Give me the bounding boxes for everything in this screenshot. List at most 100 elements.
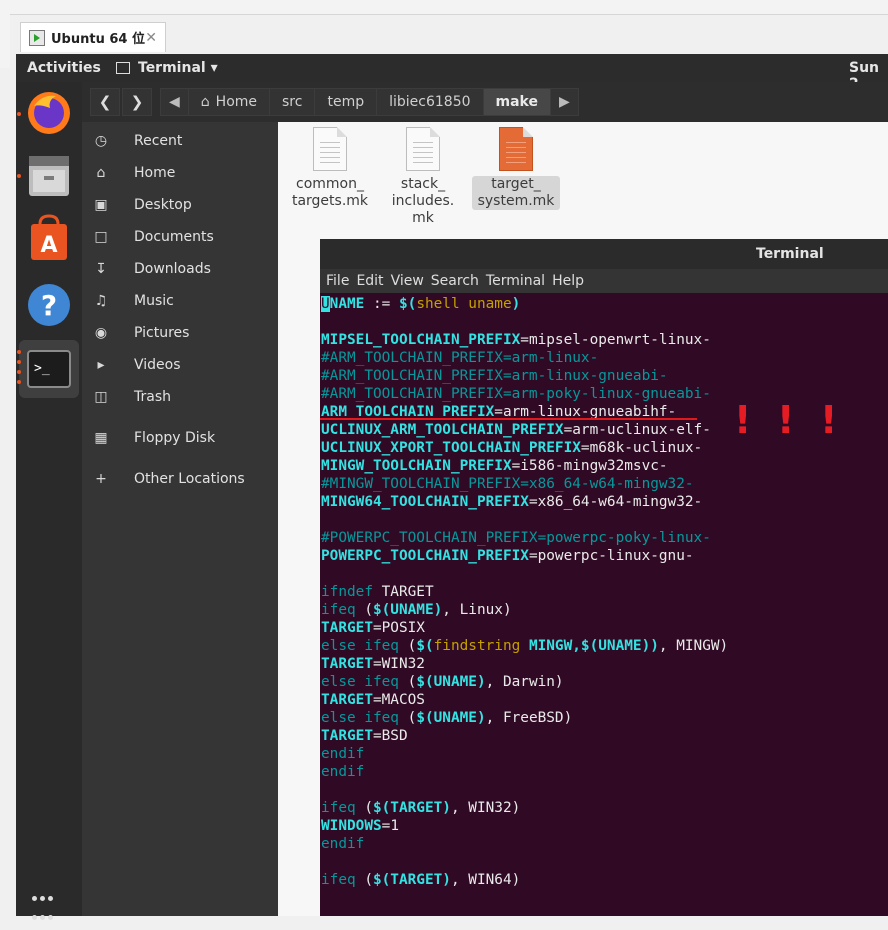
code-token: MINGW,$(UNAME)) xyxy=(520,638,659,654)
code-token: MINGW64_TOOLCHAIN_PREFIX xyxy=(321,494,529,510)
breadcrumb-temp[interactable]: temp xyxy=(315,89,378,115)
code-token: MINGW_TOOLCHAIN_PREFIX xyxy=(321,458,512,474)
show-apps-icon[interactable] xyxy=(32,892,68,930)
code-token: #ARM_TOOLCHAIN_PREFIX=arm-linux- xyxy=(321,350,599,366)
sidebar-item-desktop[interactable]: ▣ Desktop xyxy=(82,191,278,219)
app-menu-button[interactable]: Terminal ▾ xyxy=(116,60,218,76)
vm-tab-title: Ubuntu 64 位 xyxy=(51,32,145,47)
file-item[interactable]: stack_ includes. mk xyxy=(379,127,467,227)
terminal-line: TARGET=WIN32 xyxy=(321,655,425,673)
terminal-line: WINDOWS=1 xyxy=(321,817,399,835)
code-token: ( xyxy=(355,602,373,618)
sidebar-item-downloads[interactable]: ↧ Downloads xyxy=(82,255,278,283)
sidebar-item-trash[interactable]: ◫ Trash xyxy=(82,383,278,411)
exclamation-mark: ! xyxy=(777,398,795,442)
code-token: := xyxy=(364,296,399,312)
sidebar-item-music[interactable]: ♫ Music xyxy=(82,287,278,315)
terminal-line: UCLINUX_XPORT_TOOLCHAIN_PREFIX=m68k-ucli… xyxy=(321,439,702,457)
code-token: ( xyxy=(355,872,373,888)
code-token: =MACOS xyxy=(372,692,425,708)
sidebar-item-documents[interactable]: □ Documents xyxy=(82,223,278,251)
code-token: ( xyxy=(398,710,417,726)
menu-view[interactable]: View xyxy=(391,273,424,289)
folder-icon: ▣ xyxy=(94,197,108,213)
svg-text:>_: >_ xyxy=(34,361,50,376)
sidebar-item-other-locations[interactable]: + Other Locations xyxy=(82,465,278,493)
sidebar-item-home[interactable]: ⌂ Home xyxy=(82,159,278,187)
file-name: target_ system.mk xyxy=(472,176,560,210)
breadcrumb-libiec61850[interactable]: libiec61850 xyxy=(377,89,484,115)
red-underline-annotation xyxy=(320,418,697,420)
terminal-title-bar[interactable]: Terminal xyxy=(320,239,888,269)
terminal-line: #ARM_TOOLCHAIN_PREFIX=arm-poky-linux-gnu… xyxy=(321,385,711,403)
text-file-icon xyxy=(406,127,440,171)
code-token: else ifeq xyxy=(321,674,399,690)
breadcrumb-make[interactable]: make xyxy=(483,89,551,115)
sidebar-item-recent[interactable]: ◷ Recent xyxy=(82,127,278,155)
code-token: , Darwin) xyxy=(485,674,564,690)
sidebar-item-floppy-disk[interactable]: ▦ Floppy Disk xyxy=(82,424,278,452)
code-token: TARGET xyxy=(321,656,373,672)
code-token: , WIN64) xyxy=(450,872,521,888)
activities-button[interactable]: Activities xyxy=(27,60,101,76)
exclamation-mark: ! xyxy=(734,398,752,442)
vm-tab[interactable]: Ubuntu 64 位 ✕ xyxy=(20,22,166,52)
terminal-line: endif xyxy=(321,835,364,853)
code-token: MIPSEL_TOOLCHAIN_PREFIX xyxy=(321,332,521,348)
code-token: #MINGW_TOOLCHAIN_PREFIX=x86_64-w64-mingw… xyxy=(321,476,694,492)
gnome-top-bar: Activities Terminal ▾ Sun 2 xyxy=(16,54,888,92)
terminal-line: TARGET=BSD xyxy=(321,727,408,745)
clock-icon: ◷ xyxy=(94,133,108,149)
terminal-line: else ifeq ($(findstring MINGW,$(UNAME)),… xyxy=(321,637,728,655)
terminal-line: ifndef TARGET xyxy=(321,583,434,601)
software-center-icon[interactable]: A xyxy=(22,212,76,266)
code-token: , Linux) xyxy=(442,602,512,618)
terminal-window[interactable]: Terminal File Edit View Search Terminal … xyxy=(320,239,888,916)
code-token: TARGET xyxy=(321,728,373,744)
terminal-line: ifeq ($(UNAME), Linux) xyxy=(321,601,512,619)
running-indicator xyxy=(17,360,21,364)
svg-text:A: A xyxy=(40,233,57,258)
terminal-line: MINGW_TOOLCHAIN_PREFIX=i586-mingw32msvc- xyxy=(321,457,668,475)
code-token: =WIN32 xyxy=(372,656,425,672)
code-token: #POWERPC_TOOLCHAIN_PREFIX=powerpc-poky-l… xyxy=(321,530,711,546)
terminal-line: TARGET=MACOS xyxy=(321,691,425,709)
code-token: ( xyxy=(398,638,417,654)
file-name: common_ targets.mk xyxy=(291,176,369,209)
forward-button[interactable]: ❯ xyxy=(122,88,152,116)
file-item-selected[interactable]: target_ system.mk xyxy=(472,127,560,210)
terminal-content[interactable]: UNAME := $(shell uname) MIPSEL_TOOLCHAIN_… xyxy=(320,293,888,916)
back-button[interactable]: ❮ xyxy=(90,88,120,116)
code-token: =i586-mingw32msvc- xyxy=(511,458,668,474)
breadcrumb-scroll-right[interactable]: ▶ xyxy=(551,89,578,115)
terminal-app-icon[interactable]: >_ xyxy=(19,340,79,398)
camera-icon: ◉ xyxy=(94,325,108,341)
files-icon[interactable] xyxy=(22,148,76,202)
terminal-line: MINGW64_TOOLCHAIN_PREFIX=x86_64-w64-ming… xyxy=(321,493,702,511)
sidebar-item-pictures[interactable]: ◉ Pictures xyxy=(82,319,278,347)
menu-edit[interactable]: Edit xyxy=(356,273,383,289)
code-token: TARGET xyxy=(372,584,434,600)
running-indicator xyxy=(17,380,21,384)
firefox-icon[interactable] xyxy=(22,86,76,140)
menu-help[interactable]: Help xyxy=(552,273,584,289)
menu-file[interactable]: File xyxy=(326,273,349,289)
file-item[interactable]: common_ targets.mk xyxy=(286,127,374,210)
terminal-menubar: File Edit View Search Terminal Help xyxy=(320,269,888,293)
help-icon[interactable]: ? xyxy=(22,278,76,332)
trash-icon: ◫ xyxy=(94,389,108,405)
breadcrumb-src[interactable]: src xyxy=(270,89,316,115)
sidebar-item-videos[interactable]: ▸ Videos xyxy=(82,351,278,379)
breadcrumb-home[interactable]: ⌂ Home xyxy=(189,89,271,115)
code-token: #ARM_TOOLCHAIN_PREFIX=arm-poky-linux-gnu… xyxy=(321,386,711,402)
terminal-line: UCLINUX_ARM_TOOLCHAIN_PREFIX=arm-uclinux… xyxy=(321,421,711,439)
code-token: shell uname xyxy=(416,296,512,312)
home-icon: ⌂ xyxy=(96,165,106,181)
code-token: else ifeq xyxy=(321,638,399,654)
code-token: ifeq xyxy=(321,872,356,888)
menu-terminal[interactable]: Terminal xyxy=(486,273,545,289)
running-indicator xyxy=(17,112,21,116)
menu-search[interactable]: Search xyxy=(431,273,479,289)
breadcrumb-scroll-left[interactable]: ◀ xyxy=(161,89,189,115)
close-icon[interactable]: ✕ xyxy=(145,30,157,46)
